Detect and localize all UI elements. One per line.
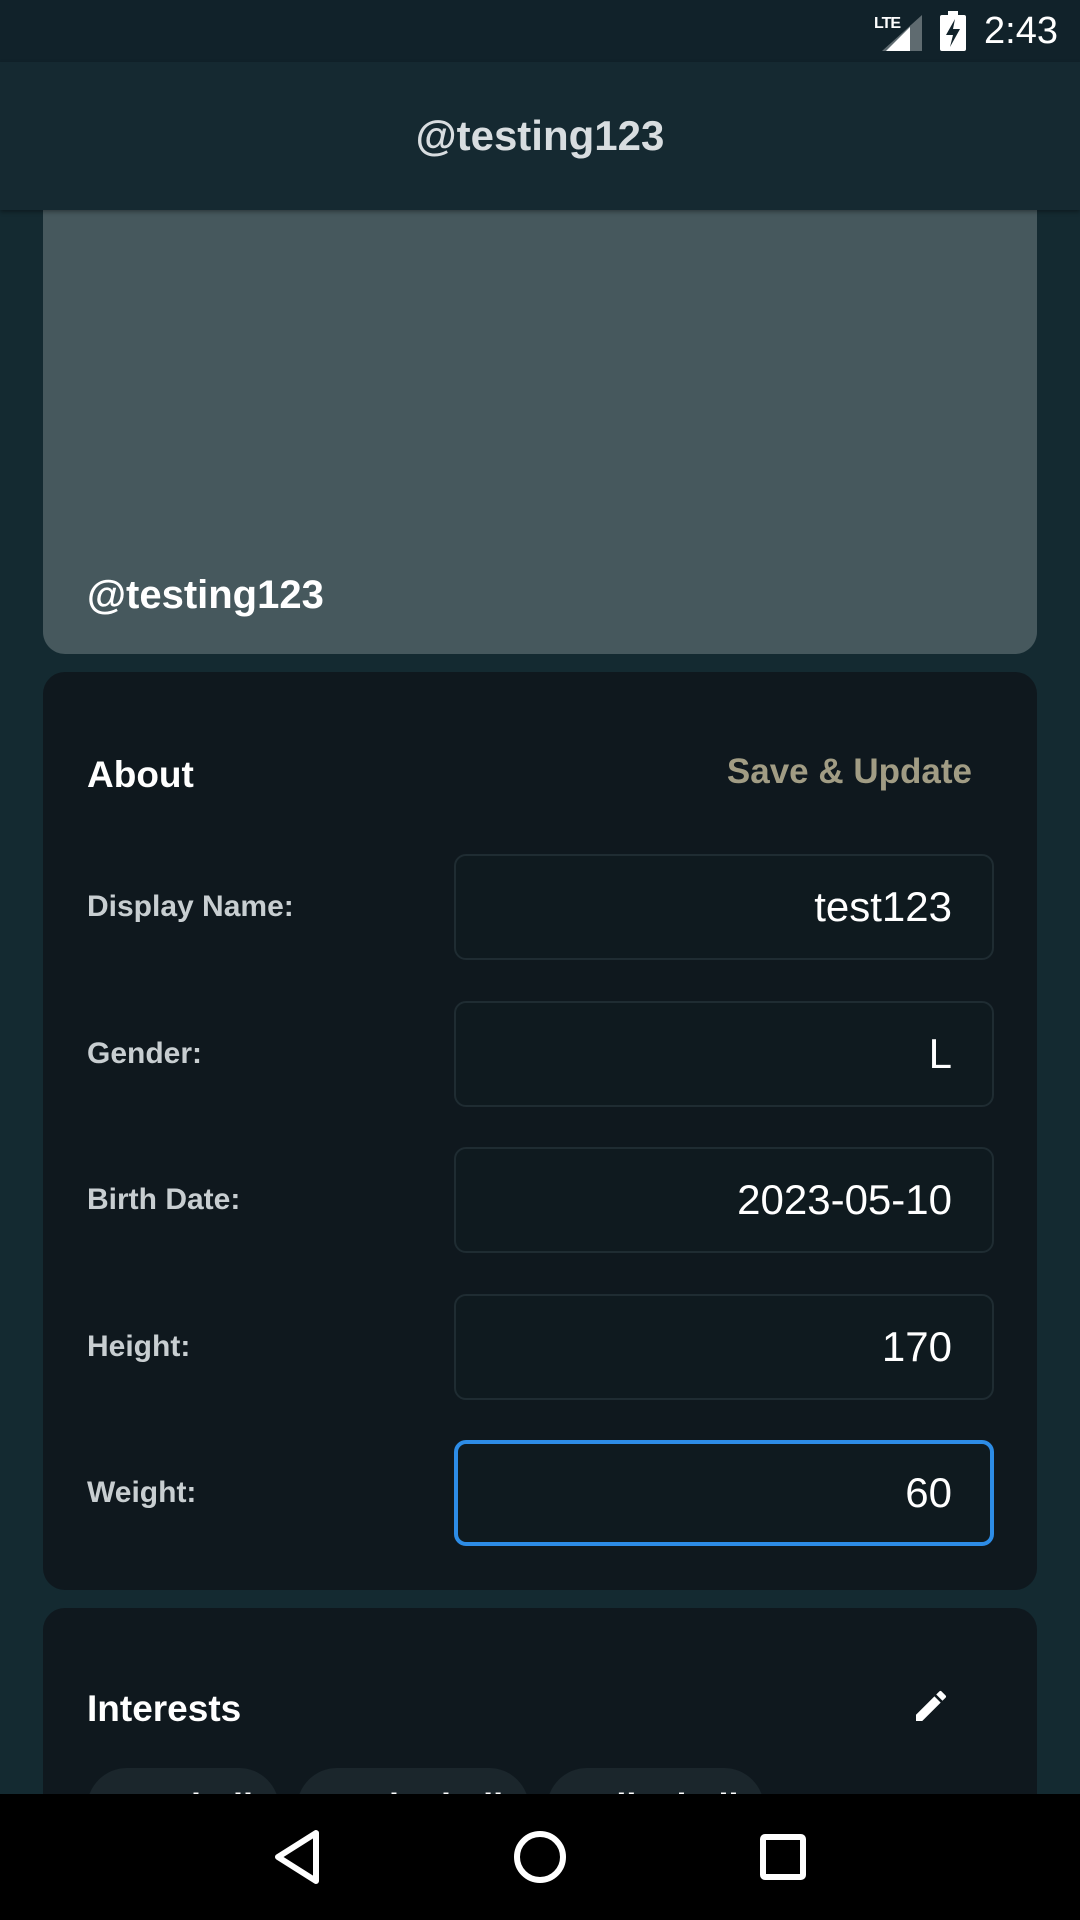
gender-label: Gender:: [87, 1037, 203, 1070]
status-bar: LTE 2:43: [0, 0, 1080, 62]
about-card: About Save & Update Display Name: test12…: [43, 672, 1037, 1590]
app-bar: @testing123: [0, 62, 1080, 210]
back-triangle-icon: [274, 1830, 319, 1884]
home-button[interactable]: [505, 1822, 575, 1892]
status-time: 2:43: [984, 9, 1058, 52]
weight-input[interactable]: 60: [454, 1440, 994, 1546]
display-name-label: Display Name:: [87, 890, 294, 923]
save-update-button[interactable]: Save & Update: [727, 752, 972, 792]
interest-chip[interactable]: Football: [87, 1768, 279, 1794]
cover-username: @testing123: [87, 573, 324, 617]
navigation-bar: [0, 1794, 1080, 1920]
lte-signal-icon: LTE: [874, 11, 923, 51]
pencil-icon[interactable]: [911, 1686, 951, 1726]
interest-chip[interactable]: Basketball: [296, 1768, 530, 1794]
gender-row: Gender: L: [43, 1001, 1037, 1107]
recents-square-icon: [760, 1834, 807, 1880]
back-button[interactable]: [262, 1822, 332, 1892]
interests-card: Interests Football Basketball Volleyball: [43, 1608, 1037, 1794]
home-circle-icon: [513, 1831, 566, 1883]
display-name-input[interactable]: test123: [454, 854, 994, 960]
height-input[interactable]: 170: [454, 1294, 994, 1400]
cover-image[interactable]: @testing123: [43, 210, 1037, 654]
weight-label: Weight:: [87, 1476, 197, 1509]
interest-chips: Football Basketball Volleyball: [87, 1768, 765, 1794]
interest-chip[interactable]: Volleyball: [547, 1768, 765, 1794]
weight-row: Weight: 60: [43, 1440, 1037, 1546]
birth-date-input[interactable]: 2023-05-10: [454, 1147, 994, 1253]
birth-date-row: Birth Date: 2023-05-10: [43, 1147, 1037, 1253]
battery-charging-icon: [940, 11, 967, 51]
profile-content[interactable]: @testing123 About Save & Update Display …: [0, 210, 1080, 1794]
gender-input[interactable]: L: [454, 1001, 994, 1107]
about-title: About: [87, 754, 194, 795]
page-title: @testing123: [415, 112, 665, 159]
height-label: Height:: [87, 1330, 191, 1363]
interests-title: Interests: [87, 1688, 242, 1729]
recents-button[interactable]: [748, 1822, 818, 1892]
birth-date-label: Birth Date:: [87, 1183, 241, 1216]
height-row: Height: 170: [43, 1294, 1037, 1400]
display-name-row: Display Name: test123: [43, 854, 1037, 960]
